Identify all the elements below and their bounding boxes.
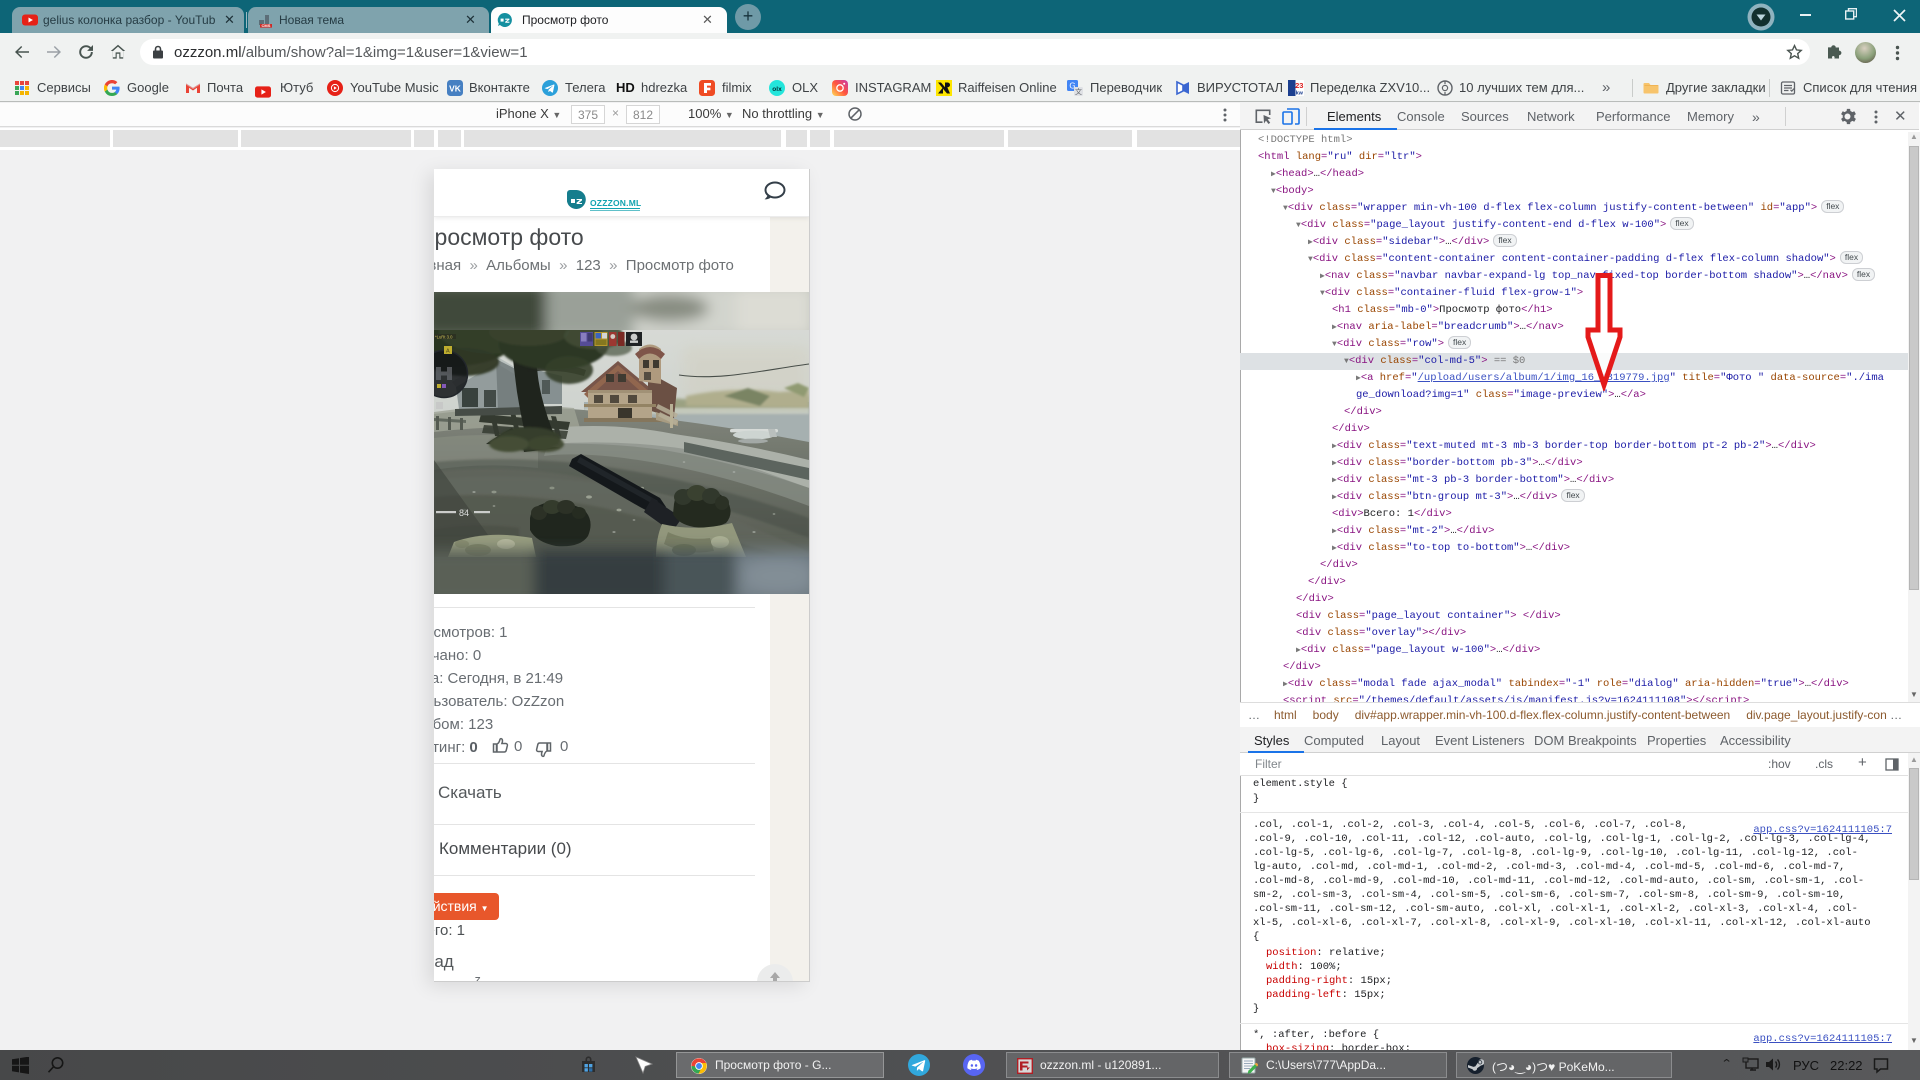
svg-text:kw: kw: [1296, 91, 1304, 97]
svg-text:文: 文: [1075, 87, 1082, 96]
svg-text:olx: olx: [772, 86, 782, 93]
svg-text:CMS: CMS: [262, 23, 271, 28]
svg-text:VK: VK: [449, 83, 461, 93]
svg-text:23: 23: [1295, 81, 1303, 90]
